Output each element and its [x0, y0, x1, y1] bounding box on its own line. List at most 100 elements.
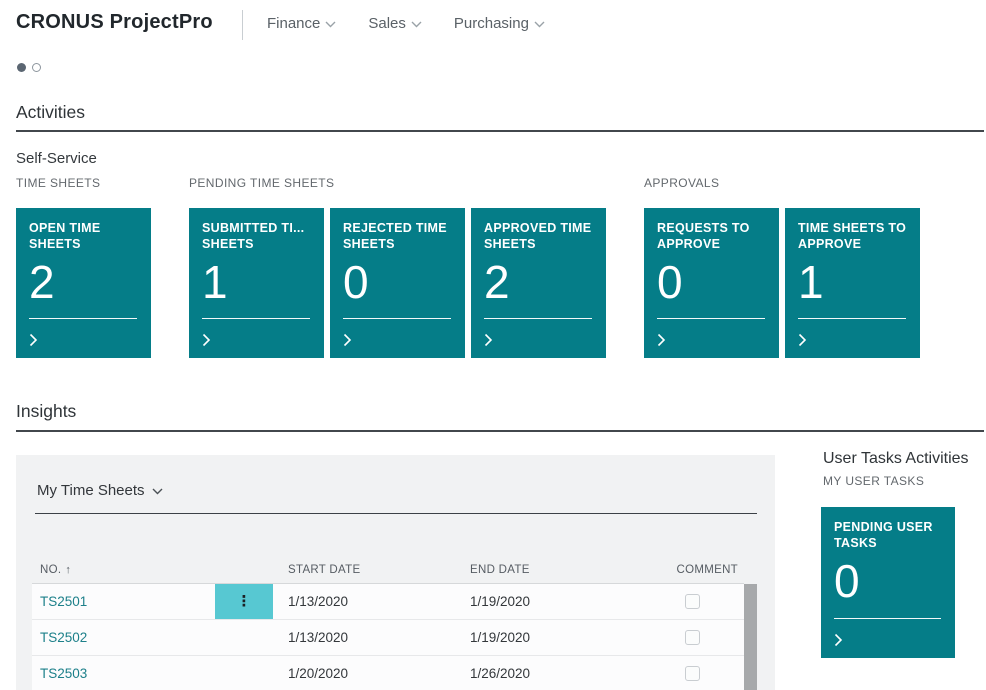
tile-rejected-time-sheets[interactable]: REJECTED TIME SHEETS 0: [330, 208, 465, 358]
cue-groups: TIME SHEETS OPEN TIME SHEETS 2 PENDING T…: [16, 176, 920, 358]
cue-group-label: APPROVALS: [644, 176, 920, 190]
chevron-down-icon: [325, 21, 336, 28]
tile-value: 2: [484, 257, 593, 307]
activities-rule: [16, 130, 984, 132]
tile-requests-to-approve[interactable]: REQUESTS TO APPROVE 0: [644, 208, 779, 358]
tile-submitted-time-sheets[interactable]: SUBMITTED TI... SHEETS 1: [189, 208, 324, 358]
nav-item-label: Purchasing: [454, 15, 529, 32]
table-header-row: NO. ↑ START DATE END DATE COMMENT: [32, 556, 744, 584]
tile-divider: [202, 318, 310, 319]
nav-item-sales[interactable]: Sales: [368, 15, 422, 32]
chevron-right-icon: [484, 333, 493, 347]
tile-title: SUBMITTED TI... SHEETS: [202, 220, 311, 252]
tile-value: 0: [343, 257, 452, 307]
cue-group-label: TIME SHEETS: [16, 176, 151, 190]
column-header-end-date[interactable]: END DATE: [470, 564, 640, 576]
cue-group-pending-time-sheets: PENDING TIME SHEETS SUBMITTED TI... SHEE…: [189, 176, 606, 358]
tile-divider: [657, 318, 765, 319]
insights-rule: [16, 430, 984, 432]
nav-item-label: Finance: [267, 15, 320, 32]
nav-item-finance[interactable]: Finance: [267, 15, 336, 32]
user-tasks-heading: User Tasks Activities: [823, 450, 969, 468]
comment-cell: [640, 594, 744, 609]
app-title: CRONUS ProjectPro: [16, 11, 213, 34]
end-date-cell: 1/26/2020: [470, 666, 640, 681]
tile-value: 1: [798, 257, 907, 307]
comment-cell: [640, 630, 744, 645]
carousel-dot-inactive[interactable]: [32, 63, 41, 72]
tile-title: PENDING USER TASKS: [834, 519, 942, 551]
chevron-down-icon: [152, 488, 163, 495]
time-sheets-table: NO. ↑ START DATE END DATE COMMENT TS2501…: [32, 556, 744, 690]
cue-group-approvals: APPROVALS REQUESTS TO APPROVE 0 TIME SHE…: [644, 176, 920, 358]
part-title-underline: [35, 513, 757, 514]
tile-value: 0: [834, 556, 942, 606]
end-date-cell: 1/19/2020: [470, 594, 640, 609]
column-header-comment[interactable]: COMMENT: [640, 564, 744, 576]
timesheet-link[interactable]: TS2502: [32, 630, 215, 645]
cue-group-label: PENDING TIME SHEETS: [189, 176, 606, 190]
comment-checkbox[interactable]: [685, 630, 700, 645]
header-divider: [242, 10, 243, 40]
my-user-tasks-label: MY USER TASKS: [823, 474, 924, 488]
chevron-right-icon: [343, 333, 352, 347]
part-title-my-time-sheets[interactable]: My Time Sheets: [37, 482, 163, 499]
tile-title: TIME SHEETS TO APPROVE: [798, 220, 907, 252]
chevron-down-icon: [411, 21, 422, 28]
nav-item-purchasing[interactable]: Purchasing: [454, 15, 545, 32]
tile-divider: [834, 618, 941, 619]
top-navigation: Finance Sales Purchasing: [267, 15, 545, 32]
table-row: TS2503 1/20/2020 1/26/2020: [32, 656, 744, 690]
table-row: TS2502 1/13/2020 1/19/2020: [32, 620, 744, 656]
tile-divider: [343, 318, 451, 319]
tile-time-sheets-to-approve[interactable]: TIME SHEETS TO APPROVE 1: [785, 208, 920, 358]
my-time-sheets-panel: My Time Sheets NO. ↑ START DATE END DATE…: [16, 455, 775, 690]
tile-value: 2: [29, 257, 138, 307]
row-options-cell[interactable]: [215, 656, 273, 690]
row-options-cell[interactable]: [215, 620, 273, 655]
comment-checkbox[interactable]: [685, 666, 700, 681]
carousel-dot-active[interactable]: [17, 63, 26, 72]
tile-approved-time-sheets[interactable]: APPROVED TIME SHEETS 2: [471, 208, 606, 358]
start-date-cell: 1/13/2020: [273, 594, 470, 609]
timesheet-link[interactable]: TS2501: [32, 594, 215, 609]
tile-open-time-sheets[interactable]: OPEN TIME SHEETS 2: [16, 208, 151, 358]
comment-checkbox[interactable]: [685, 594, 700, 609]
self-service-subheading: Self-Service: [16, 150, 97, 167]
table-scrollbar[interactable]: [744, 584, 757, 690]
tile-title: OPEN TIME SHEETS: [29, 220, 138, 252]
tile-pending-user-tasks[interactable]: PENDING USER TASKS 0: [821, 507, 955, 658]
comment-cell: [640, 666, 744, 681]
tile-title: REQUESTS TO APPROVE: [657, 220, 766, 252]
activities-heading: Activities: [16, 102, 85, 123]
column-header-no[interactable]: NO. ↑: [32, 564, 215, 576]
tile-divider: [484, 318, 592, 319]
tile-divider: [29, 318, 137, 319]
chevron-right-icon: [834, 633, 843, 647]
tile-value: 0: [657, 257, 766, 307]
tile-title: REJECTED TIME SHEETS: [343, 220, 452, 252]
sort-ascending-icon: ↑: [65, 564, 71, 576]
timesheet-link[interactable]: TS2503: [32, 666, 215, 681]
cue-group-time-sheets: TIME SHEETS OPEN TIME SHEETS 2: [16, 176, 151, 358]
carousel-indicator: [17, 63, 41, 72]
tile-value: 1: [202, 257, 311, 307]
table-row: TS2501 ⋮ 1/13/2020 1/19/2020: [32, 584, 744, 620]
chevron-right-icon: [202, 333, 211, 347]
tile-divider: [798, 318, 906, 319]
column-header-start-date[interactable]: START DATE: [273, 564, 470, 576]
part-title-label: My Time Sheets: [37, 482, 145, 499]
chevron-down-icon: [534, 21, 545, 28]
end-date-cell: 1/19/2020: [470, 630, 640, 645]
ellipsis-vertical-icon: ⋮: [237, 594, 252, 609]
insights-heading: Insights: [16, 401, 76, 422]
start-date-cell: 1/20/2020: [273, 666, 470, 681]
home-page: CRONUS ProjectPro Finance Sales Purchasi…: [0, 0, 986, 690]
tile-title: APPROVED TIME SHEETS: [484, 220, 593, 252]
row-options-cell-selected[interactable]: ⋮: [215, 584, 273, 619]
chevron-right-icon: [29, 333, 38, 347]
chevron-right-icon: [798, 333, 807, 347]
chevron-right-icon: [657, 333, 666, 347]
nav-item-label: Sales: [368, 15, 406, 32]
start-date-cell: 1/13/2020: [273, 630, 470, 645]
